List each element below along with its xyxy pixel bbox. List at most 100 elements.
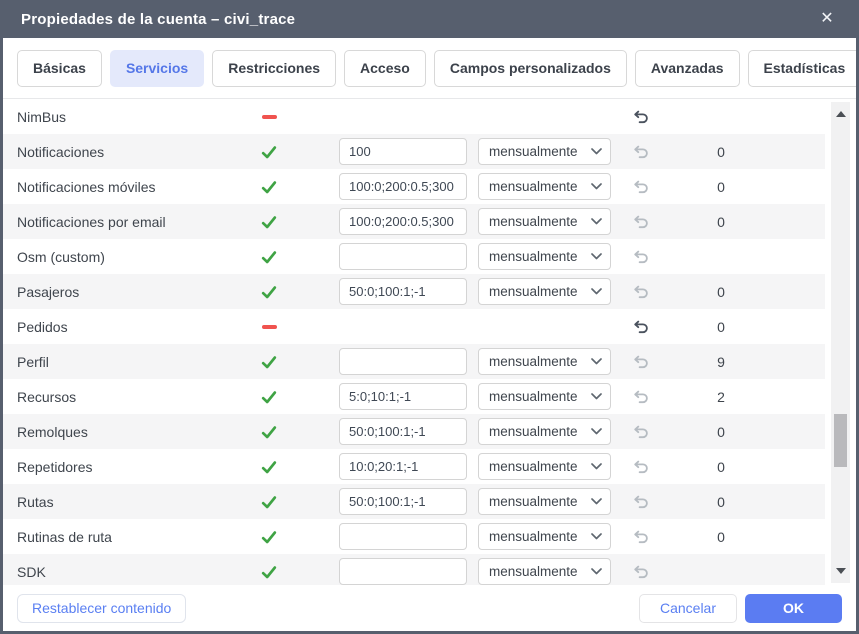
table-row: Remolques mensualmente 0 <box>3 414 825 449</box>
service-status-toggle[interactable] <box>255 484 283 519</box>
tab-label: Servicios <box>126 60 188 76</box>
check-icon <box>260 528 278 546</box>
interval-selected-value: mensualmente <box>489 424 591 439</box>
undo-button[interactable] <box>627 379 653 414</box>
limit-input[interactable] <box>339 418 467 445</box>
undo-icon <box>632 248 649 265</box>
table-row: Pasajeros mensualmente 0 <box>3 274 825 309</box>
interval-select[interactable]: mensualmente <box>478 453 611 480</box>
tab-item[interactable]: Servicios <box>110 50 204 87</box>
undo-button[interactable] <box>627 169 653 204</box>
undo-icon <box>632 458 649 475</box>
service-status-toggle[interactable] <box>255 169 283 204</box>
interval-select[interactable]: mensualmente <box>478 558 611 585</box>
undo-button[interactable] <box>627 484 653 519</box>
account-properties-dialog: Propiedades de la cuenta – civi_trace ✕ … <box>0 0 859 634</box>
tab-label: Básicas <box>33 60 86 76</box>
service-name: Remolques <box>17 414 88 449</box>
limit-input[interactable] <box>339 348 467 375</box>
chevron-down-icon <box>591 498 602 505</box>
interval-select[interactable]: mensualmente <box>478 138 611 165</box>
undo-button[interactable] <box>627 274 653 309</box>
tab-item[interactable]: Acceso <box>344 50 426 87</box>
service-status-toggle[interactable] <box>255 274 283 309</box>
chevron-down-icon <box>591 358 602 365</box>
service-status-toggle[interactable] <box>255 99 283 134</box>
check-icon <box>260 248 278 266</box>
interval-select[interactable]: mensualmente <box>478 383 611 410</box>
interval-select[interactable]: mensualmente <box>478 523 611 550</box>
undo-button[interactable] <box>627 99 653 134</box>
limit-input[interactable] <box>339 383 467 410</box>
limit-input[interactable] <box>339 173 467 200</box>
interval-selected-value: mensualmente <box>489 354 591 369</box>
ok-button[interactable]: OK <box>745 594 842 623</box>
chevron-down-icon <box>591 183 602 190</box>
service-name: Osm (custom) <box>17 239 105 274</box>
interval-select[interactable]: mensualmente <box>478 278 611 305</box>
undo-icon <box>632 388 649 405</box>
scroll-down-icon[interactable] <box>831 563 850 579</box>
table-row: Notificaciones por email mensualmente 0 <box>3 204 825 239</box>
undo-button[interactable] <box>627 309 653 344</box>
check-icon <box>260 423 278 441</box>
undo-button[interactable] <box>627 554 653 585</box>
limit-input[interactable] <box>339 488 467 515</box>
interval-select[interactable]: mensualmente <box>478 208 611 235</box>
tab-item[interactable]: Básicas <box>17 50 102 87</box>
scrollbar-thumb[interactable] <box>834 414 847 467</box>
service-status-toggle[interactable] <box>255 239 283 274</box>
interval-select[interactable]: mensualmente <box>478 173 611 200</box>
check-icon <box>260 563 278 581</box>
tab-label: Estadísticas <box>764 60 846 76</box>
undo-button[interactable] <box>627 239 653 274</box>
undo-button[interactable] <box>627 204 653 239</box>
close-icon[interactable]: ✕ <box>816 8 838 30</box>
service-status-toggle[interactable] <box>255 134 283 169</box>
tab-label: Acceso <box>360 60 410 76</box>
service-status-toggle[interactable] <box>255 554 283 585</box>
undo-button[interactable] <box>627 134 653 169</box>
undo-button[interactable] <box>627 344 653 379</box>
limit-input[interactable] <box>339 278 467 305</box>
service-status-toggle[interactable] <box>255 414 283 449</box>
service-status-toggle[interactable] <box>255 344 283 379</box>
scrollbar[interactable] <box>831 102 850 583</box>
service-name: Rutinas de ruta <box>17 519 112 554</box>
check-icon <box>260 493 278 511</box>
undo-icon <box>632 213 649 230</box>
service-name: Recursos <box>17 379 76 414</box>
reset-content-button[interactable]: Restablecer contenido <box>17 594 186 623</box>
undo-button[interactable] <box>627 519 653 554</box>
service-status-toggle[interactable] <box>255 519 283 554</box>
interval-select[interactable]: mensualmente <box>478 348 611 375</box>
interval-select[interactable]: mensualmente <box>478 243 611 270</box>
interval-selected-value: mensualmente <box>489 249 591 264</box>
limit-input[interactable] <box>339 558 467 585</box>
interval-selected-value: mensualmente <box>489 179 591 194</box>
limit-input[interactable] <box>339 243 467 270</box>
table-row: SDK mensualmente <box>3 554 825 585</box>
tab-item[interactable]: Campos personalizados <box>434 50 627 87</box>
service-status-toggle[interactable] <box>255 379 283 414</box>
check-icon <box>260 458 278 476</box>
limit-input[interactable] <box>339 453 467 480</box>
service-status-toggle[interactable] <box>255 449 283 484</box>
cancel-button[interactable]: Cancelar <box>639 594 737 623</box>
interval-select[interactable]: mensualmente <box>478 488 611 515</box>
tab-item[interactable]: Estadísticas <box>748 50 859 87</box>
chevron-down-icon <box>591 288 602 295</box>
limit-input[interactable] <box>339 523 467 550</box>
limit-input[interactable] <box>339 138 467 165</box>
tab-label: Campos personalizados <box>450 60 611 76</box>
service-status-toggle[interactable] <box>255 309 283 344</box>
tab-item[interactable]: Restricciones <box>212 50 336 87</box>
undo-button[interactable] <box>627 449 653 484</box>
interval-select[interactable]: mensualmente <box>478 418 611 445</box>
service-status-toggle[interactable] <box>255 204 283 239</box>
undo-button[interactable] <box>627 414 653 449</box>
scroll-up-icon[interactable] <box>831 106 850 122</box>
table-row: Repetidores mensualmente 0 <box>3 449 825 484</box>
tab-item[interactable]: Avanzadas <box>635 50 740 87</box>
limit-input[interactable] <box>339 208 467 235</box>
